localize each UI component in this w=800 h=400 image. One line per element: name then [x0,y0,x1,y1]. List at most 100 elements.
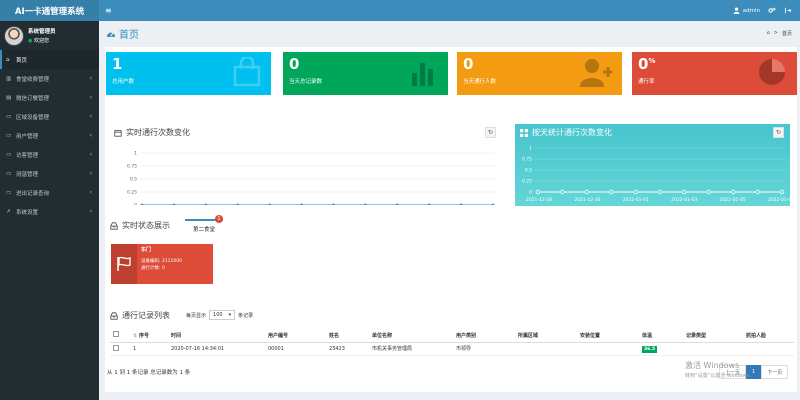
home-icon[interactable]: ⌂ [767,30,770,37]
desktop-icon: ▭ [6,170,12,177]
cell-no: 1 [130,342,168,356]
tab-badge: 1 [215,215,223,223]
sidebar-item-users[interactable]: ▭ 用户管理 ‹ [0,126,99,145]
col-header[interactable]: ⇅ 序号 [130,329,168,343]
y-tick-label: 0 [134,203,137,206]
col-header[interactable]: 时间 [168,329,265,343]
sidebar-item-settings[interactable]: ↗ 系统设置 ‹ [0,202,99,221]
avatar [4,25,24,46]
calendar-icon [114,129,122,137]
sidebar-item-device[interactable]: ▭ 区域设备管理 ‹ [0,107,99,126]
sidebar-item-access-records[interactable]: ▭ 进出记录查询 ‹ [0,183,99,202]
col-header[interactable]: 记录类型 [683,329,743,343]
cell-unit: 市机关事务管理局 [369,342,453,356]
cell-user-no: 00001 [265,342,326,356]
grid-icon [520,128,528,137]
book-icon: ▤ [6,94,12,101]
chevron-left-icon: ‹ [89,94,92,101]
realtime-chart-title: 实时通行次数变化 [114,127,190,138]
user-menu[interactable]: admin [733,7,760,14]
user-add-icon [580,59,612,87]
data-point [172,203,176,205]
refresh-daily-button[interactable]: ↻ [773,127,784,138]
y-tick-label: 1 [134,151,137,157]
col-header[interactable]: 姓名 [326,329,369,343]
data-point [779,189,785,195]
inbox-icon [110,311,118,320]
stat-unit: % [648,57,656,65]
x-tick-label: 2022-01-07 [768,197,790,203]
col-header[interactable]: 用户编号 [265,329,326,343]
stat-today-visitors[interactable]: 0 当天通行人数 [457,52,622,95]
data-point [682,189,687,195]
breadcrumb-home[interactable]: 首页 [782,30,792,37]
col-header[interactable]: 安装位置 [577,329,639,343]
pie-chart-icon [759,59,785,85]
stat-total-users[interactable]: 1 总用户数 [106,52,271,95]
sidebar-item-temperature[interactable]: ▭ 测温管理 ‹ [0,164,99,183]
settings-icon[interactable] [768,7,776,14]
x-tick-label: 2021-12-28 [526,197,552,203]
data-point [395,203,399,205]
refresh-icon: ↻ [775,129,782,136]
sidebar-user-status: ● 欢迎您 [28,38,49,44]
y-tick-label: 0.5 [525,168,532,174]
dashboard-panel: 1 总用户数 0 当天总记录数 0 当天通行人数 0% 通行率 实时通行次数变化… [105,47,797,392]
bank-icon: ▥ [6,75,12,82]
row-checkbox[interactable] [113,344,119,351]
col-header[interactable]: 抓拍人脸 [743,329,794,343]
user-icon [733,7,740,14]
col-header[interactable]: 单位名称 [369,329,453,343]
stat-today-records[interactable]: 0 当天总记录数 [283,52,448,95]
data-point [268,203,272,205]
breadcrumb-separator: > [773,29,778,36]
data-point [140,203,144,205]
chevron-down-icon: ▾ [228,312,232,318]
logout-icon[interactable] [784,7,791,14]
chevron-left-icon: ‹ [89,151,92,158]
temperature-badge: 36.5 [642,345,658,353]
y-tick-label: 0.75 [127,164,137,170]
per-page-label: 每页显示 [186,312,207,319]
sidebar-item-wechat-order[interactable]: ▤ 微信订餐管理 ‹ [0,88,99,107]
dashboard-icon [106,31,116,37]
bag-icon [233,57,261,87]
chevron-left-icon: ‹ [89,113,92,120]
cell-name: 23423 [326,342,369,356]
col-header[interactable]: 体温 [639,329,683,343]
data-point [584,189,589,195]
y-tick-label: 0 [529,190,532,196]
data-point [608,189,614,195]
chevron-left-icon: ‹ [89,208,92,215]
device-code: 设备编码: 2111000 [141,259,182,264]
stat-pass-rate[interactable]: 0% 通行率 [632,52,797,95]
refresh-realtime-button[interactable]: ↻ [485,127,496,138]
sidebar-item-canteen[interactable]: ▥ 食堂收费管理 ‹ [0,69,99,88]
device-card[interactable]: 东门 设备编码: 2111000 通行计数: 0 [111,244,213,284]
page-size-select[interactable]: 100 ▾ [209,310,236,320]
records-title: 通行记录列表 [110,310,170,321]
device-count: 通行计数: 0 [141,266,165,271]
y-tick-label: 0.5 [130,177,137,183]
realtime-chart: 10.750.50.25003:0004:0005:0006:0007:0008… [127,151,495,206]
menu-toggle-icon[interactable]: ≡ [105,6,112,15]
sidebar-user-name: 系统管理员 [28,29,56,35]
data-point [300,203,303,205]
sidebar-item-visitor[interactable]: ▭ 访客管理 ‹ [0,145,99,164]
next-page-button[interactable]: 下一页 [761,365,789,379]
flag-icon [111,244,137,284]
col-header[interactable]: 所属区域 [515,329,577,343]
y-tick-label: 0.75 [522,157,532,163]
sidebar-item-home[interactable]: ⌂ 首页 [0,50,99,69]
device-card-title: 东门 [141,247,152,253]
x-tick-label: 2022-01-05 [720,197,746,203]
data-point [633,189,638,195]
sidebar: 系统管理员 ● 欢迎您 ⌂ 首页 ▥ 食堂收费管理 ‹ ▤ 微信订餐管理 ‹ ▭ 区域设备管… [0,21,99,400]
row-checkbox-cell [110,342,130,356]
table-row[interactable]: 1 2020-07-16 14:34:01 00001 23423 市机关事务管… [110,342,794,356]
data-point [535,189,541,195]
app-title[interactable]: AI一卡通管理系统 [0,0,99,21]
select-all-checkbox[interactable] [113,331,119,338]
chevron-left-icon: ‹ [89,132,92,139]
col-header[interactable]: 用户类别 [453,329,515,343]
